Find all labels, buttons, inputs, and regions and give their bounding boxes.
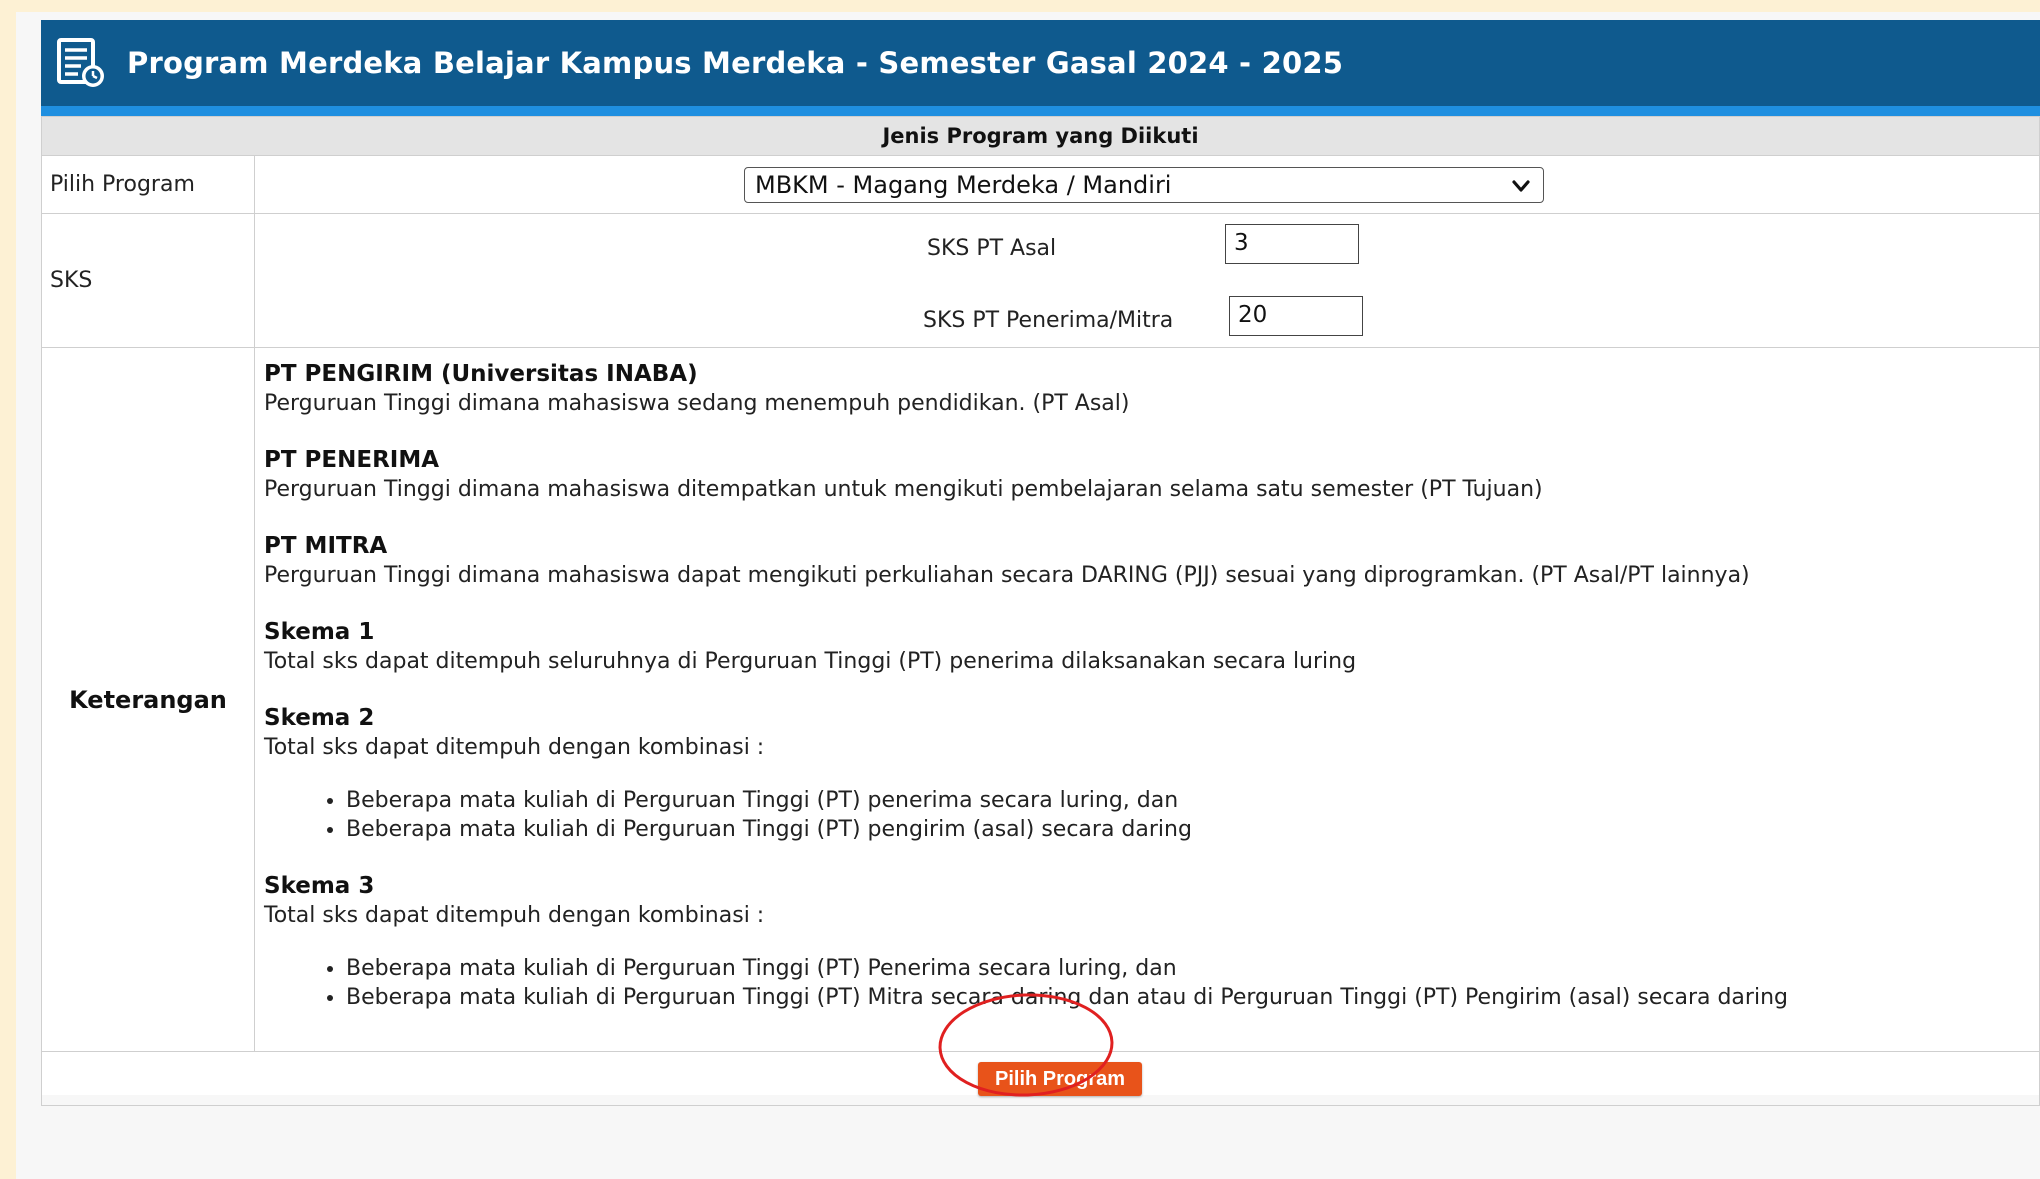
skema3-title: Skema 3: [264, 873, 375, 899]
skema1-title: Skema 1: [264, 619, 375, 645]
pengirim-desc: Perguruan Tinggi dimana mahasiswa sedang…: [264, 391, 1130, 416]
penerima-title: PT PENERIMA: [264, 447, 440, 473]
program-select[interactable]: MBKM - Magang Merdeka / Mandiri: [744, 166, 1544, 203]
skema3-list: Beberapa mata kuliah di Perguruan Tinggi…: [264, 954, 2039, 1012]
skema1-desc: Total sks dapat ditempuh seluruhnya di P…: [264, 649, 1357, 674]
page-background: Program Merdeka Belajar Kampus Merdeka -…: [16, 12, 2040, 1179]
keterangan-row: Keterangan PT PENGIRIM (Universitas INAB…: [41, 347, 2040, 1052]
program-select-cell: MBKM - Magang Merdeka / Mandiri: [254, 155, 2040, 214]
list-item: Beberapa mata kuliah di Perguruan Tinggi…: [346, 983, 2039, 1012]
action-cell: Pilih Program: [41, 1051, 2040, 1106]
pengirim-block: PT PENGIRIM (Universitas INABA) Pergurua…: [264, 360, 2039, 418]
sks-pt-asal-label: SKS PT Asal: [927, 235, 1057, 261]
pilih-program-button[interactable]: Pilih Program: [978, 1062, 1142, 1096]
pengirim-title: PT PENGIRIM (Universitas INABA): [264, 361, 698, 387]
skema3-desc: Total sks dapat ditempuh dengan kombinas…: [264, 903, 765, 928]
sks-penerima-value: 20: [1238, 302, 1268, 328]
keterangan-content: PT PENGIRIM (Universitas INABA) Pergurua…: [254, 347, 2040, 1052]
skema1-block: Skema 1 Total sks dapat ditempuh seluruh…: [264, 618, 2039, 676]
program-row: Pilih Program MBKM - Magang Merdeka / Ma…: [41, 155, 2040, 214]
program-select-value: MBKM - Magang Merdeka / Mandiri: [755, 170, 1172, 199]
skema3-block: Skema 3 Total sks dapat ditempuh dengan …: [264, 872, 2039, 1012]
section-header: Jenis Program yang Diikuti: [41, 116, 2040, 156]
chevron-down-icon: [1512, 179, 1530, 192]
penerima-desc: Perguruan Tinggi dimana mahasiswa ditemp…: [264, 477, 1543, 502]
title-bar: Program Merdeka Belajar Kampus Merdeka -…: [41, 20, 2040, 116]
sks-penerima-label: SKS PT Penerima/Mitra: [923, 307, 1174, 333]
skema2-list: Beberapa mata kuliah di Perguruan Tinggi…: [264, 786, 2039, 844]
list-item: Beberapa mata kuliah di Perguruan Tinggi…: [346, 815, 2039, 844]
program-form-table: Jenis Program yang Diikuti Pilih Program…: [41, 116, 2040, 1106]
sks-label: SKS: [41, 213, 255, 348]
sks-cell: SKS PT Asal 3 SKS PT Penerima/Mitra 20: [254, 213, 2040, 348]
list-item: Beberapa mata kuliah di Perguruan Tinggi…: [346, 786, 2039, 815]
mitra-block: PT MITRA Perguruan Tinggi dimana mahasis…: [264, 532, 2039, 590]
skema2-title: Skema 2: [264, 705, 375, 731]
sks-pt-asal-value: 3: [1234, 230, 1249, 256]
mitra-title: PT MITRA: [264, 533, 388, 559]
table-header-row: Jenis Program yang Diikuti: [41, 116, 2040, 156]
mitra-desc: Perguruan Tinggi dimana mahasiswa dapat …: [264, 563, 1750, 588]
skema2-desc: Total sks dapat ditempuh dengan kombinas…: [264, 735, 765, 760]
skema2-block: Skema 2 Total sks dapat ditempuh dengan …: [264, 704, 2039, 844]
sks-row: SKS SKS PT Asal 3 SKS PT Penerima/Mitra: [41, 213, 2040, 348]
page-title: Program Merdeka Belajar Kampus Merdeka -…: [127, 46, 1344, 80]
action-row: Pilih Program: [41, 1051, 2040, 1106]
mbkm-panel: Program Merdeka Belajar Kampus Merdeka -…: [41, 20, 2040, 1106]
list-item: Beberapa mata kuliah di Perguruan Tinggi…: [346, 954, 2039, 983]
penerima-block: PT PENERIMA Perguruan Tinggi dimana maha…: [264, 446, 2039, 504]
keterangan-label: Keterangan: [41, 347, 255, 1052]
sks-pt-asal-input[interactable]: 3: [1225, 224, 1359, 264]
program-label: Pilih Program: [41, 155, 255, 214]
document-clock-icon: [53, 35, 109, 91]
sks-penerima-input[interactable]: 20: [1229, 296, 1363, 336]
